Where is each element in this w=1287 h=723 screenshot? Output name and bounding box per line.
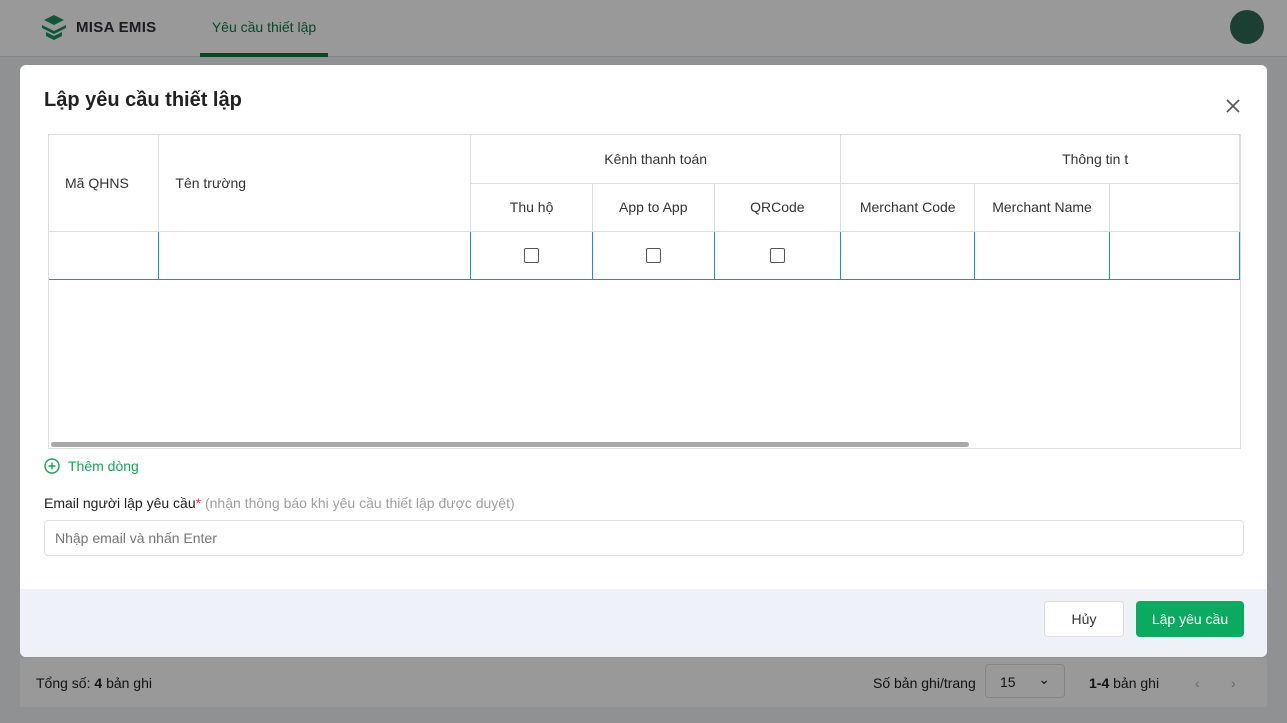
table-row: [49, 230, 1240, 280]
create-request-dialog: Lập yêu cầu thiết lập Mã QHNS Tên trường…: [20, 65, 1267, 657]
email-hint: (nhận thông báo khi yêu cầu thiết lập đư…: [204, 495, 515, 511]
header-ma-qhns: Mã QHNS: [49, 135, 160, 232]
email-input[interactable]: [44, 520, 1244, 556]
header-app-to-app: App to App: [591, 182, 715, 232]
dialog-footer: Hủy Lập yêu cầu: [20, 589, 1267, 657]
header-kenh-thanh-toan: Kênh thanh toán: [470, 135, 842, 184]
header-qrcode: QRCode: [713, 182, 842, 232]
submit-request-button[interactable]: Lập yêu cầu: [1136, 601, 1244, 637]
header-merchant-name: Merchant Name: [974, 182, 1110, 232]
thu-ho-checkbox[interactable]: [524, 248, 540, 264]
cell-merchant-code[interactable]: [840, 230, 976, 280]
app-to-app-checkbox[interactable]: [645, 248, 661, 264]
horizontal-scrollbar[interactable]: [51, 442, 969, 447]
cell-merchant-name[interactable]: [974, 230, 1110, 280]
email-label: Email người lập yêu cầu* (nhận thông báo…: [44, 495, 515, 511]
header-next: [1108, 182, 1240, 232]
cell-next[interactable]: [1108, 230, 1240, 280]
cell-ma-qhns[interactable]: [49, 230, 160, 280]
required-mark: *: [195, 495, 202, 511]
add-row-label: Thêm dòng: [68, 458, 139, 474]
header-thong-tin: Thông tin t: [840, 135, 1240, 184]
header-thu-ho: Thu hộ: [470, 182, 593, 232]
header-ten-truong: Tên trường: [158, 135, 472, 232]
add-row-button[interactable]: Thêm dòng: [44, 458, 139, 474]
header-merchant-code: Merchant Code: [840, 182, 976, 232]
close-icon[interactable]: [1224, 97, 1242, 115]
dialog-title: Lập yêu cầu thiết lập: [44, 89, 242, 111]
cancel-button[interactable]: Hủy: [1044, 601, 1124, 637]
qrcode-checkbox[interactable]: [769, 248, 785, 264]
request-table: Mã QHNS Tên trường Kênh thanh toán Thông…: [48, 134, 1241, 449]
plus-circle-icon: [44, 458, 60, 474]
cell-ten-truong[interactable]: [158, 230, 472, 280]
